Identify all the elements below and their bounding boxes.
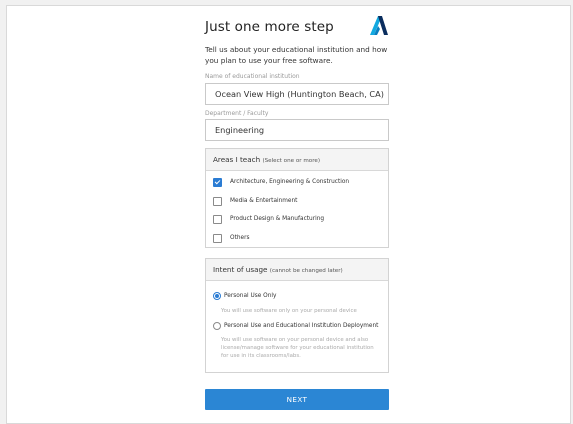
checkbox-checked-icon[interactable] (213, 177, 222, 187)
radio-icon[interactable] (213, 322, 221, 330)
department-input[interactable] (205, 119, 389, 141)
intent-subheading: (cannot be changed later) (269, 268, 343, 274)
intent-option-personal[interactable]: Personal Use Only (213, 292, 276, 300)
area-option-product-design[interactable]: Product Design & Manufacturing (213, 214, 324, 224)
institution-input[interactable] (205, 83, 389, 105)
areas-panel: Areas I teach (Select one or more) Archi… (205, 148, 389, 248)
intent-option-deployment[interactable]: Personal Use and Educational Institution… (213, 322, 378, 330)
areas-subheading: (Select one or more) (262, 158, 321, 164)
areas-heading: Areas I teach (Select one or more) (206, 149, 388, 171)
intent-deployment-description: You will use software on your personal d… (221, 337, 374, 359)
area-option-others[interactable]: Others (213, 233, 249, 243)
checkbox-icon[interactable] (213, 196, 222, 206)
intent-heading: Intent of usage (cannot be changed later… (206, 259, 388, 281)
department-label: Department / Faculty (205, 110, 269, 117)
institution-label: Name of educational institution (205, 73, 300, 80)
intro-text: Tell us about your educational instituti… (205, 45, 388, 65)
area-option-media[interactable]: Media & Entertainment (213, 196, 297, 206)
intent-personal-description: You will use software only on your perso… (221, 308, 357, 314)
checkbox-icon[interactable] (213, 233, 222, 243)
radio-selected-icon[interactable] (213, 292, 221, 300)
autodesk-logo-icon (370, 16, 388, 35)
next-button[interactable]: NEXT (205, 389, 389, 410)
intent-panel: Intent of usage (cannot be changed later… (205, 258, 389, 373)
page-title: Just one more step (205, 19, 334, 35)
checkbox-icon[interactable] (213, 214, 222, 224)
area-option-aec[interactable]: Architecture, Engineering & Construction (213, 177, 349, 187)
